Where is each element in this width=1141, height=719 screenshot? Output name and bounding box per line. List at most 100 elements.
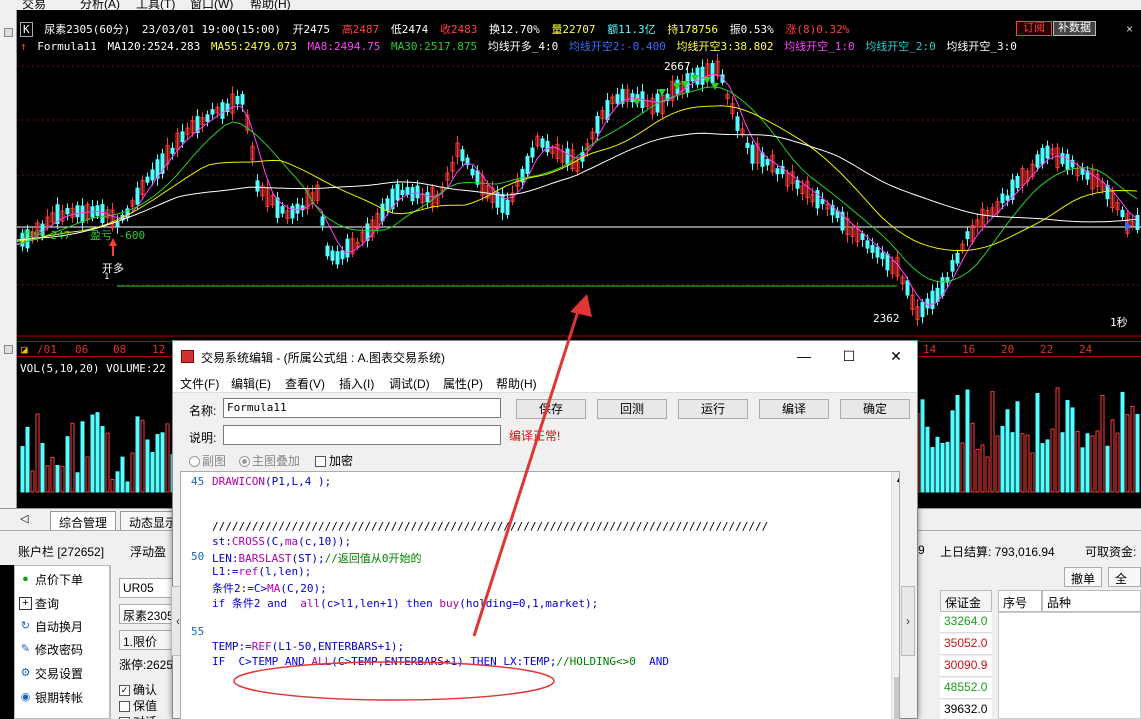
contract-name[interactable]: 尿素2305 xyxy=(119,604,177,624)
radio-main-overlay[interactable]: 主图叠加 xyxy=(239,452,300,469)
volume-bar xyxy=(1045,439,1050,493)
fill-data-button[interactable]: 补数据 xyxy=(1053,21,1096,36)
candle-body xyxy=(1120,209,1125,218)
candle-body xyxy=(205,114,210,122)
menu-insert[interactable]: 插入(I) xyxy=(339,375,374,392)
menu-view[interactable]: 查看(V) xyxy=(285,375,325,392)
margin-cell[interactable]: 48552.0 xyxy=(940,678,992,699)
candle-body xyxy=(335,251,340,265)
candle-body xyxy=(880,252,885,260)
menu-trade[interactable]: 交易 xyxy=(22,0,46,10)
menu-debug[interactable]: 调试(D) xyxy=(389,375,430,392)
refresh-icon: ↻ xyxy=(20,619,31,632)
margin-header[interactable]: 保证金 xyxy=(940,590,992,612)
line-gutter: 45 50 55 xyxy=(181,472,211,719)
run-button[interactable]: 运行 xyxy=(678,399,748,419)
candle-body xyxy=(65,207,70,215)
candle-body xyxy=(405,187,410,195)
scroll-right-icon[interactable]: › xyxy=(901,586,915,656)
sidebar-item-label: 银期转帐 xyxy=(35,690,84,705)
volume-bar xyxy=(1080,447,1085,493)
volume-bar xyxy=(1020,433,1025,493)
dialog-menubar: 文件(F) 编辑(E) 查看(V) 插入(I) 调试(D) 属性(P) 帮助(H… xyxy=(173,371,917,393)
orders-list[interactable] xyxy=(998,612,1141,719)
sidebar-item-bank-transfer[interactable]: ◉ 银期转帐 xyxy=(19,686,83,708)
volume-bar xyxy=(60,465,65,493)
scroll-up-icon[interactable]: ▲ xyxy=(895,474,899,484)
third-checkbox[interactable]: 对话 xyxy=(119,713,157,719)
vertical-scrollbar[interactable]: ▲ xyxy=(891,472,899,719)
menu-help[interactable]: 帮助(H) xyxy=(496,375,537,392)
radio-sub-chart[interactable]: 副图 xyxy=(189,452,226,469)
compile-status: 编译正常! xyxy=(509,429,561,443)
volume-bar xyxy=(45,465,50,493)
margin-cell[interactable]: 30090.9 xyxy=(940,656,992,677)
menu-edit[interactable]: 编辑(E) xyxy=(231,375,271,392)
candle-body xyxy=(595,116,600,134)
candle-body xyxy=(380,203,385,222)
ok-button[interactable]: 确定 xyxy=(840,399,910,419)
desc-input[interactable] xyxy=(223,425,501,445)
tab-general[interactable]: 综合管理 xyxy=(50,511,117,531)
cancel-order-button[interactable]: 撤单 xyxy=(1064,567,1103,587)
maximize-icon[interactable]: ☐ xyxy=(838,346,860,366)
candle-body xyxy=(280,206,285,214)
kline-icon[interactable]: K xyxy=(20,22,33,37)
menu-properties[interactable]: 属性(P) xyxy=(443,375,483,392)
sidebar-item-settings[interactable]: ⚙ 交易设置 xyxy=(19,662,83,684)
code-line: L1:=ref(l,len); xyxy=(212,565,312,578)
scroll-thumb[interactable] xyxy=(894,677,899,719)
line-number: 55 xyxy=(191,625,205,638)
volume-bar xyxy=(1125,414,1130,493)
encrypt-checkbox[interactable]: 加密 xyxy=(315,452,353,469)
price-type-select[interactable]: 1.限价 xyxy=(119,630,177,650)
volume-bar xyxy=(40,442,45,493)
margin-cell[interactable]: 33264.0 xyxy=(940,612,992,633)
radio-main-label: 主图叠加 xyxy=(252,454,301,468)
product-header[interactable]: 品种 xyxy=(1042,590,1141,612)
settle-label: 上日结算: 793,016.94 xyxy=(940,545,1055,559)
menu-file[interactable]: 文件(F) xyxy=(180,375,219,392)
seq-header[interactable]: 序号 xyxy=(998,590,1042,612)
candle-body xyxy=(920,301,925,318)
menu-tools[interactable]: 工具(T) xyxy=(136,0,175,10)
margin-cell[interactable]: 35052.0 xyxy=(940,634,992,655)
subscribe-button[interactable]: 订阅 xyxy=(1016,21,1052,36)
contract-input[interactable]: UR05 xyxy=(119,578,177,598)
volume-bar xyxy=(1065,400,1070,493)
margin-cell[interactable]: 39632.0 xyxy=(940,700,992,719)
sidebar-item-auto-roll[interactable]: ↻ 自动换月 xyxy=(19,615,83,637)
collapse-icon[interactable] xyxy=(4,28,13,37)
sidebar-item-query[interactable]: + 查询 xyxy=(19,592,59,614)
candle-body xyxy=(1060,152,1065,165)
hedge-checkbox[interactable]: 保值 xyxy=(119,697,157,714)
compile-button[interactable]: 编译 xyxy=(759,399,829,419)
candle-body xyxy=(1015,175,1020,188)
expand-icon[interactable] xyxy=(4,345,13,354)
checkbox-icon xyxy=(315,456,326,468)
name-input[interactable]: Formula11 xyxy=(223,398,501,418)
code-editor[interactable]: 45 50 55 DRAWICON(P1,L,4 ); /////////////… xyxy=(180,471,900,719)
sidebar-item-password[interactable]: ✎ 修改密码 xyxy=(19,638,83,660)
confirm-checkbox[interactable]: ✓ 确认 xyxy=(119,681,157,698)
close-icon[interactable]: ✕ xyxy=(885,346,907,366)
save-button[interactable]: 保存 xyxy=(516,399,586,419)
cancel-all-button[interactable]: 全部 xyxy=(1108,567,1141,603)
close-icon[interactable]: × xyxy=(1126,22,1133,36)
datetime-label: 23/03/01 19:00(15:00) xyxy=(141,23,281,36)
dialog-titlebar: 交易系统编辑 - (所属公式组 : A.图表交易系统) — ☐ ✕ xyxy=(173,341,917,371)
menu-window[interactable]: 窗口(W) xyxy=(190,0,233,10)
triangle-left-icon[interactable]: ◁ xyxy=(20,512,28,525)
menu-analysis[interactable]: 分析(A) xyxy=(80,0,120,10)
ma120-line xyxy=(17,132,1138,241)
candle-body xyxy=(255,180,260,192)
candle-body xyxy=(180,131,185,143)
menu-help[interactable]: 帮助(H) xyxy=(250,0,291,10)
sidebar-item-point-order[interactable]: ● 点价下单 xyxy=(19,568,83,590)
volume-bar xyxy=(940,442,945,493)
candle-body xyxy=(475,170,480,185)
volume-bar xyxy=(110,478,115,493)
minimize-icon[interactable]: — xyxy=(793,346,815,366)
candle-body xyxy=(235,96,240,105)
backtest-button[interactable]: 回测 xyxy=(597,399,667,419)
